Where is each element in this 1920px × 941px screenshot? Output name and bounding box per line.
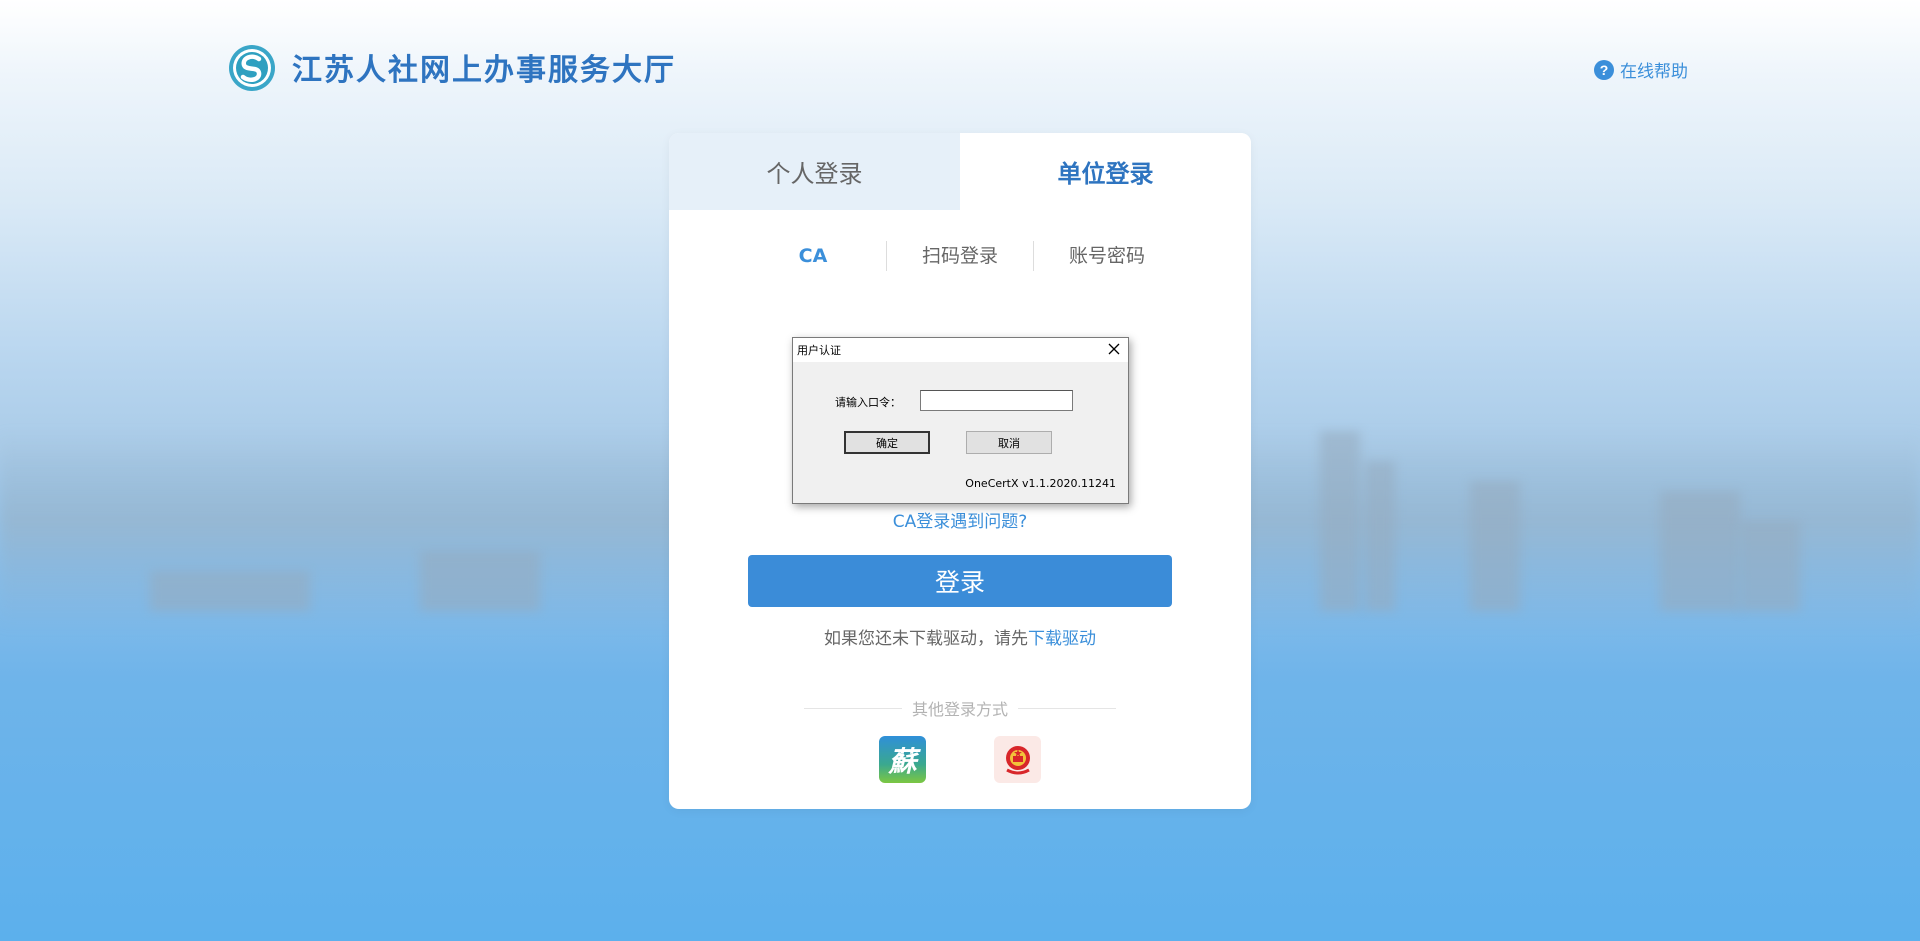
background-building [1740,521,1800,611]
version-label: OneCertX v1.1.2020.11241 [965,477,1116,490]
tab-password-login[interactable]: 账号密码 [1034,240,1180,272]
divider-line [804,707,902,709]
site-logo-icon[interactable] [228,44,276,92]
help-icon: ? [1594,59,1614,80]
site-title: 江苏人社网上办事服务大厅 [292,53,676,88]
tab-qr-login[interactable]: 扫码登录 [887,240,1033,272]
driver-hint: 如果您还未下载驱动，请先下载驱动 [669,624,1251,649]
other-methods-divider: 其他登录方式 [804,697,1117,719]
ca-problem-link[interactable]: CA登录遇到问题? [669,507,1251,532]
tab-ca-login[interactable]: CA [740,240,886,272]
tab-unit-login[interactable]: 单位登录 [960,133,1251,210]
download-driver-link[interactable]: 下载驱动 [1028,629,1096,649]
background-building [1660,491,1740,611]
ok-button[interactable]: 确定 [844,431,930,454]
background-building [420,551,540,611]
other-methods-label: 其他登录方式 [912,700,1009,719]
online-help-link[interactable]: ? 在线帮助 [1594,57,1688,82]
close-icon[interactable] [1106,341,1122,357]
cancel-button[interactable]: 取消 [966,431,1052,454]
background-building [150,571,310,611]
background-building [1320,431,1360,611]
national-emblem-icon[interactable] [994,736,1041,783]
login-type-tabs: 个人登录 单位登录 [669,133,1251,210]
background-building [1470,481,1520,611]
tab-personal-login[interactable]: 个人登录 [669,133,960,210]
login-method-tabs: CA 扫码登录 账号密码 [669,240,1251,272]
password-input[interactable] [920,390,1073,411]
divider-line [1018,707,1117,709]
password-label: 请输入口令： [835,396,901,409]
user-auth-dialog: 用户认证 请输入口令： 确定 取消 OneCertX v1.1.2020.112… [792,337,1129,504]
dialog-title: 用户认证 [797,344,841,357]
dialog-titlebar[interactable]: 用户认证 [793,338,1128,362]
su-app-icon[interactable]: 蘇 [879,736,926,783]
driver-hint-text: 如果您还未下载驱动，请先 [824,629,1028,649]
login-button[interactable]: 登录 [748,555,1172,607]
online-help-label: 在线帮助 [1620,62,1688,82]
background-building [1365,461,1395,611]
